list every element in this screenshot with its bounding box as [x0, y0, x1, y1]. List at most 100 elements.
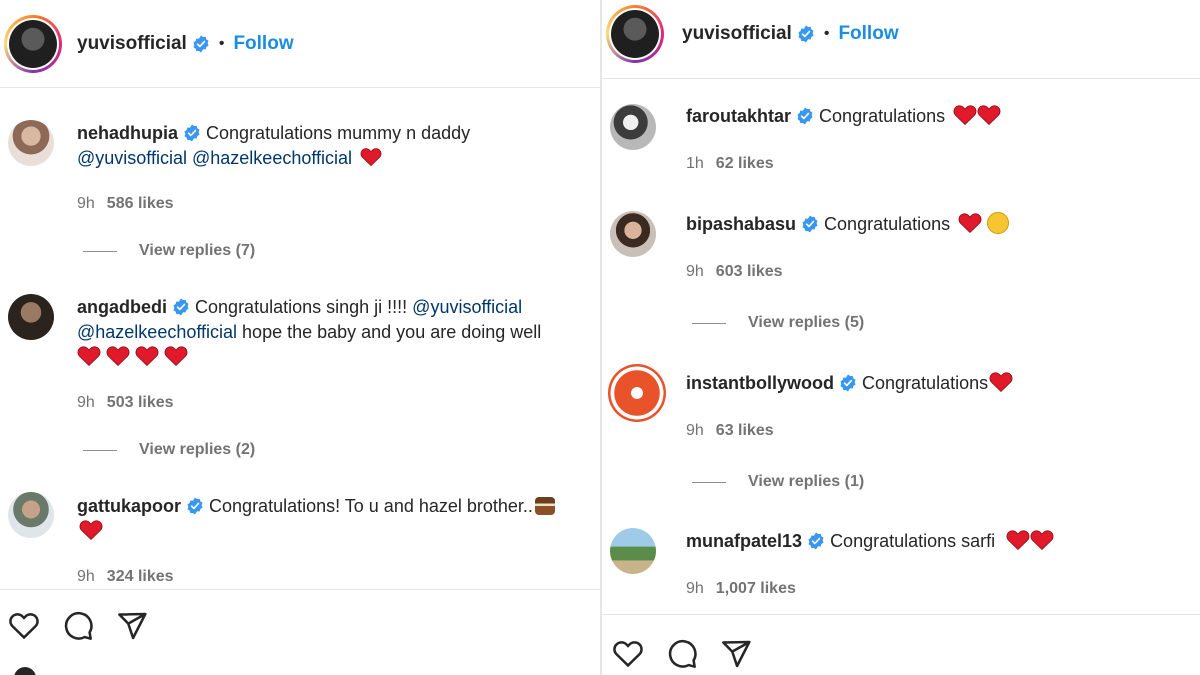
red-heart-emoji-icon	[360, 147, 382, 167]
comment-time: 9h	[77, 394, 95, 411]
mention-link[interactable]: @hazelkeechofficial	[192, 148, 352, 168]
commenter-username[interactable]: instantbollywood	[686, 373, 834, 393]
commenter-username[interactable]: nehadhupia	[77, 123, 178, 143]
verified-badge-icon	[807, 532, 825, 550]
like-count[interactable]: 503 likes	[107, 394, 174, 411]
comment-body: instantbollywood Congratulations	[686, 371, 1191, 396]
red-heart-emoji-icon	[1030, 529, 1054, 551]
comment-time: 9h	[686, 422, 704, 439]
red-heart-emoji-icon	[77, 345, 101, 367]
mention-link[interactable]: @yuvisofficial	[77, 148, 187, 168]
mention-link[interactable]: @yuvisofficial	[412, 297, 522, 317]
right-post-panel: yuvisofficial • Follow faroutakhtar Cong…	[602, 0, 1200, 675]
comment-meta: 9h 324 likes	[77, 568, 174, 586]
author-avatar[interactable]	[606, 5, 664, 63]
comment-text: Congratulations	[862, 373, 989, 393]
separator-dot: •	[823, 25, 830, 42]
like-count[interactable]: 324 likes	[107, 568, 174, 585]
view-replies-button[interactable]: View replies (2)	[83, 441, 255, 459]
share-icon[interactable]	[116, 610, 148, 642]
verified-badge-icon	[172, 298, 190, 316]
heart-icon[interactable]	[8, 610, 40, 642]
share-icon[interactable]	[720, 638, 752, 670]
commenter-avatar[interactable]	[610, 528, 656, 574]
view-replies-button[interactable]: View replies (7)	[83, 242, 255, 260]
like-count[interactable]: 1,007 likes	[716, 580, 796, 597]
follow-button[interactable]: Follow	[838, 23, 898, 45]
comment-text: Congratulations sarfi	[830, 531, 996, 551]
comment-time: 1h	[686, 155, 704, 172]
view-replies-label: View replies (2)	[139, 441, 256, 458]
comment-time: 9h	[686, 263, 704, 280]
commenter-avatar[interactable]	[8, 492, 54, 538]
view-replies-label: View replies (7)	[139, 242, 256, 259]
post-actions	[612, 638, 752, 670]
comment-time: 9h	[77, 195, 95, 212]
hugging-face-emoji-icon	[987, 212, 1010, 234]
author-avatar[interactable]	[4, 15, 62, 73]
verified-badge-icon	[839, 374, 857, 392]
comment-meta: 9h 603 likes	[686, 263, 783, 281]
red-heart-emoji-icon	[1006, 529, 1030, 551]
commenter-avatar[interactable]	[8, 120, 54, 166]
heart-emoji-row	[77, 347, 188, 367]
comment-body: bipashabasu Congratulations	[686, 212, 1191, 237]
view-replies-label: View replies (5)	[748, 314, 865, 331]
comment-icon[interactable]	[62, 610, 94, 642]
commenter-username[interactable]: angadbedi	[77, 297, 167, 317]
commenter-avatar[interactable]	[610, 104, 656, 150]
comment-meta: 9h 586 likes	[77, 195, 174, 213]
commenter-avatar[interactable]	[610, 211, 656, 257]
heart-icon[interactable]	[612, 638, 644, 670]
red-heart-emoji-icon	[106, 345, 130, 367]
view-replies-button[interactable]: View replies (1)	[692, 473, 864, 491]
red-heart-emoji-icon	[958, 212, 982, 234]
comment-meta: 9h 1,007 likes	[686, 580, 796, 598]
comment-body: nehadhupia Congratulations mummy n daddy…	[77, 121, 592, 171]
comment-meta: 1h 62 likes	[686, 155, 774, 173]
comment-time: 9h	[77, 568, 95, 585]
comment-time: 9h	[686, 580, 704, 597]
viewer-avatar[interactable]	[14, 667, 36, 675]
author-username[interactable]: yuvisofficial	[682, 23, 792, 45]
comment-body: munafpatel13 Congratulations sarfi	[686, 529, 1191, 554]
comment-meta: 9h 503 likes	[77, 394, 174, 412]
comment-body: faroutakhtar Congratulations	[686, 104, 1191, 129]
header-divider	[0, 87, 600, 88]
comment-body: angadbedi Congratulations singh ji !!!! …	[77, 295, 600, 370]
cake-emoji-icon	[534, 497, 555, 515]
commenter-avatar[interactable]	[608, 364, 666, 422]
view-replies-button[interactable]: View replies (5)	[692, 314, 864, 332]
verified-badge-icon	[801, 215, 819, 233]
post-header: yuvisofficial • Follow	[4, 14, 600, 74]
commenter-username[interactable]: bipashabasu	[686, 214, 796, 234]
red-heart-emoji-icon	[953, 104, 977, 126]
view-replies-label: View replies (1)	[748, 473, 865, 490]
red-heart-emoji-icon	[164, 345, 188, 367]
actions-divider	[602, 614, 1200, 615]
like-count[interactable]: 586 likes	[107, 195, 174, 212]
actions-divider	[0, 589, 600, 590]
commenter-username[interactable]: munafpatel13	[686, 531, 802, 551]
like-count[interactable]: 63 likes	[716, 422, 774, 439]
like-count[interactable]: 603 likes	[716, 263, 783, 280]
like-count[interactable]: 62 likes	[716, 155, 774, 172]
comment-meta: 9h 63 likes	[686, 422, 774, 440]
commenter-avatar[interactable]	[8, 294, 54, 340]
comment-body: gattukapoor Congratulations! To u and ha…	[77, 494, 597, 544]
follow-button[interactable]: Follow	[233, 33, 293, 55]
commenter-username[interactable]: faroutakhtar	[686, 106, 791, 126]
comment-icon[interactable]	[666, 638, 698, 670]
commenter-username[interactable]: gattukapoor	[77, 496, 181, 516]
verified-badge-icon	[797, 25, 815, 43]
verified-badge-icon	[796, 107, 814, 125]
red-heart-emoji-icon	[79, 519, 103, 541]
mention-link[interactable]: @hazelkeechofficial	[77, 322, 237, 342]
comment-text: Congratulations	[824, 214, 951, 234]
comment-text: Congratulations mummy n daddy	[206, 123, 471, 143]
separator-dot: •	[218, 35, 225, 52]
red-heart-emoji-icon	[989, 371, 1013, 393]
author-username[interactable]: yuvisofficial	[77, 33, 187, 55]
verified-badge-icon	[183, 124, 201, 142]
comment-text: Congratulations	[819, 106, 946, 126]
